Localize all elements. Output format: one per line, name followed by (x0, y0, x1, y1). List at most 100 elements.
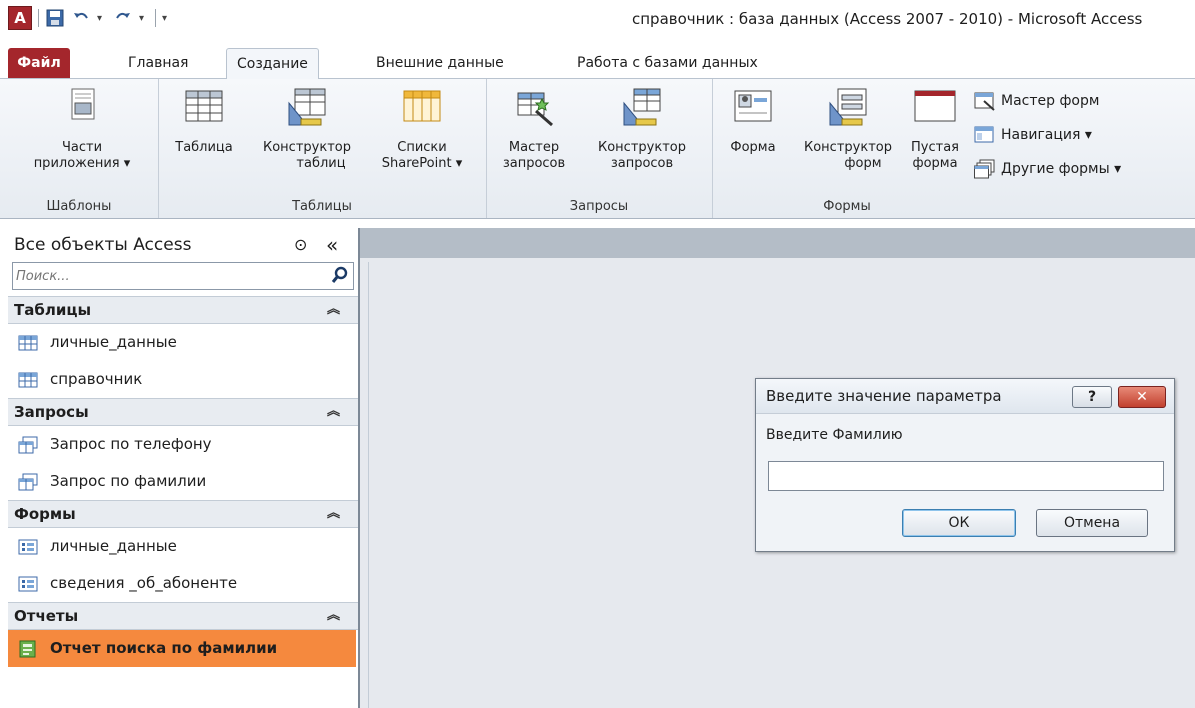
table-designer-label-1: Конструктор (263, 140, 351, 155)
form-designer-label-2: форм (844, 156, 882, 171)
nav-pane-title: Все объекты Access (14, 235, 192, 255)
table-label: Таблица (175, 140, 233, 155)
nav-pane-menu-icon[interactable]: ⊙ (294, 228, 307, 262)
app-parts-icon (71, 88, 95, 120)
query-wizard-label-2: запросов (502, 156, 566, 171)
nav-item-report[interactable]: Отчет поиска по фамилии (8, 630, 356, 667)
tab-create[interactable]: Создание (226, 48, 319, 80)
title-bar: A ▾ ▾ ▾ справочник : база данных (Access… (0, 0, 1195, 40)
form-designer-button[interactable]: Конструктор форм (792, 85, 904, 172)
collapse-chevron-icon[interactable]: ︽ (327, 501, 340, 527)
group-label-tables: Таблицы (292, 199, 352, 214)
nav-item-form[interactable]: личные_данные (8, 528, 358, 565)
app-parts-label-1: Части (61, 140, 103, 155)
ribbon-tabs: Файл Главная Создание Внешние данные Раб… (0, 44, 1195, 80)
customize-qat-icon[interactable]: ▾ (162, 13, 172, 24)
nav-pane-collapse-icon[interactable]: « (326, 228, 338, 262)
table-designer-button[interactable]: Конструктор таблиц (248, 85, 366, 172)
search-input[interactable] (13, 263, 318, 289)
query-designer-label-1: Конструктор (598, 140, 686, 155)
sharepoint-list-icon (403, 90, 441, 122)
query-designer-button[interactable]: Конструктор запросов (580, 85, 704, 172)
tab-database-tools[interactable]: Работа с базами данных (567, 50, 768, 76)
nav-item-form[interactable]: сведения _об_абоненте (8, 565, 358, 602)
nav-section-tables[interactable]: Таблицы ︽ (8, 296, 358, 324)
group-label-templates: Шаблоны (46, 199, 112, 214)
app-parts-button[interactable]: Части приложения ▾ (14, 85, 150, 172)
more-forms-label: Другие формы ▾ (1001, 161, 1122, 177)
ok-button[interactable]: ОК (902, 509, 1016, 537)
close-button[interactable]: ✕ (1118, 386, 1166, 408)
nav-section-forms[interactable]: Формы ︽ (8, 500, 358, 528)
undo-dropdown-icon[interactable]: ▾ (97, 13, 107, 24)
help-button[interactable]: ? (1072, 386, 1112, 408)
form-icon (18, 539, 38, 554)
form-wizard-icon (974, 92, 995, 111)
nav-item-label: Отчет поиска по фамилии (50, 639, 278, 657)
collapse-chevron-icon[interactable]: ︽ (327, 603, 340, 629)
form-label: Форма (730, 140, 776, 155)
nav-item-query[interactable]: Запрос по телефону (8, 426, 358, 463)
nav-section-title: Запросы (14, 403, 89, 421)
navigation-button[interactable]: Навигация ▾ (974, 125, 1092, 145)
sharepoint-lists-label-1: Списки (397, 140, 447, 155)
group-label-forms: Формы (823, 199, 871, 214)
form-wizard-label: Мастер форм (1001, 93, 1100, 109)
tab-home[interactable]: Главная (118, 50, 198, 76)
app-parts-label-2: приложения ▾ (33, 156, 131, 171)
nav-item-query[interactable]: Запрос по фамилии (8, 463, 358, 500)
nav-section-title: Таблицы (14, 301, 92, 319)
group-templates: Части приложения ▾ Шаблоны (0, 79, 159, 218)
cancel-button[interactable]: Отмена (1036, 509, 1148, 537)
tab-external-data[interactable]: Внешние данные (366, 50, 514, 76)
collapse-chevron-icon[interactable]: ︽ (327, 297, 340, 323)
table-icon (18, 372, 38, 387)
blank-form-label-1: Пустая (911, 140, 959, 155)
nav-section-queries[interactable]: Запросы ︽ (8, 398, 358, 426)
nav-item-table[interactable]: справочник (8, 361, 358, 398)
form-designer-label-1: Конструктор (804, 140, 892, 155)
table-icon (185, 90, 223, 122)
collapse-chevron-icon[interactable]: ︽ (327, 399, 340, 425)
group-queries: Мастер запросов Конструктор запросов Зап… (486, 79, 713, 218)
nav-section-title: Отчеты (14, 607, 79, 625)
group-label-queries: Запросы (569, 199, 629, 214)
dialog-title-bar[interactable]: Введите значение параметра ? ✕ (756, 379, 1174, 414)
search-icon[interactable] (331, 266, 349, 284)
parameter-input[interactable] (768, 461, 1164, 491)
group-forms: Форма Конструктор форм Пустая форма Маст… (712, 79, 1195, 218)
sharepoint-lists-button[interactable]: Списки SharePoint ▾ (364, 85, 480, 172)
nav-item-label: личные_данные (50, 333, 177, 351)
table-designer-icon (288, 88, 326, 126)
more-forms-button[interactable]: Другие формы ▾ (974, 159, 1121, 179)
blank-form-button[interactable]: Пустая форма (902, 85, 968, 172)
nav-item-table[interactable]: личные_данные (8, 324, 358, 361)
quick-access-toolbar: A ▾ ▾ ▾ (8, 6, 172, 30)
navigation-label: Навигация ▾ (1001, 127, 1092, 143)
nav-item-label: сведения _об_абоненте (50, 574, 238, 592)
qat-separator (38, 9, 39, 27)
nav-section-title: Формы (14, 505, 76, 523)
undo-icon[interactable] (71, 8, 91, 28)
form-icon (734, 90, 772, 122)
save-icon[interactable] (45, 8, 65, 28)
redo-dropdown-icon[interactable]: ▾ (139, 13, 149, 24)
form-wizard-button[interactable]: Мастер форм (974, 91, 1099, 111)
access-logo-icon[interactable]: A (8, 6, 32, 30)
ribbon: Части приложения ▾ Шаблоны Таблица Конст… (0, 79, 1195, 219)
tab-file[interactable]: Файл (8, 48, 70, 78)
query-designer-label-2: запросов (610, 156, 674, 171)
nav-pane-header[interactable]: Все объекты Access ⊙ « (8, 228, 358, 262)
nav-section-reports[interactable]: Отчеты ︽ (8, 602, 358, 630)
query-designer-icon (623, 88, 661, 126)
table-button[interactable]: Таблица (166, 85, 242, 156)
form-button[interactable]: Форма (718, 85, 788, 156)
help-icon: ? (1087, 389, 1097, 405)
query-icon (18, 436, 38, 453)
table-designer-label-2: таблиц (296, 156, 346, 171)
more-forms-icon (974, 159, 995, 179)
redo-icon[interactable] (113, 8, 133, 28)
query-wizard-button[interactable]: Мастер запросов (494, 85, 574, 172)
nav-item-label: справочник (50, 370, 143, 388)
report-icon (19, 640, 36, 657)
